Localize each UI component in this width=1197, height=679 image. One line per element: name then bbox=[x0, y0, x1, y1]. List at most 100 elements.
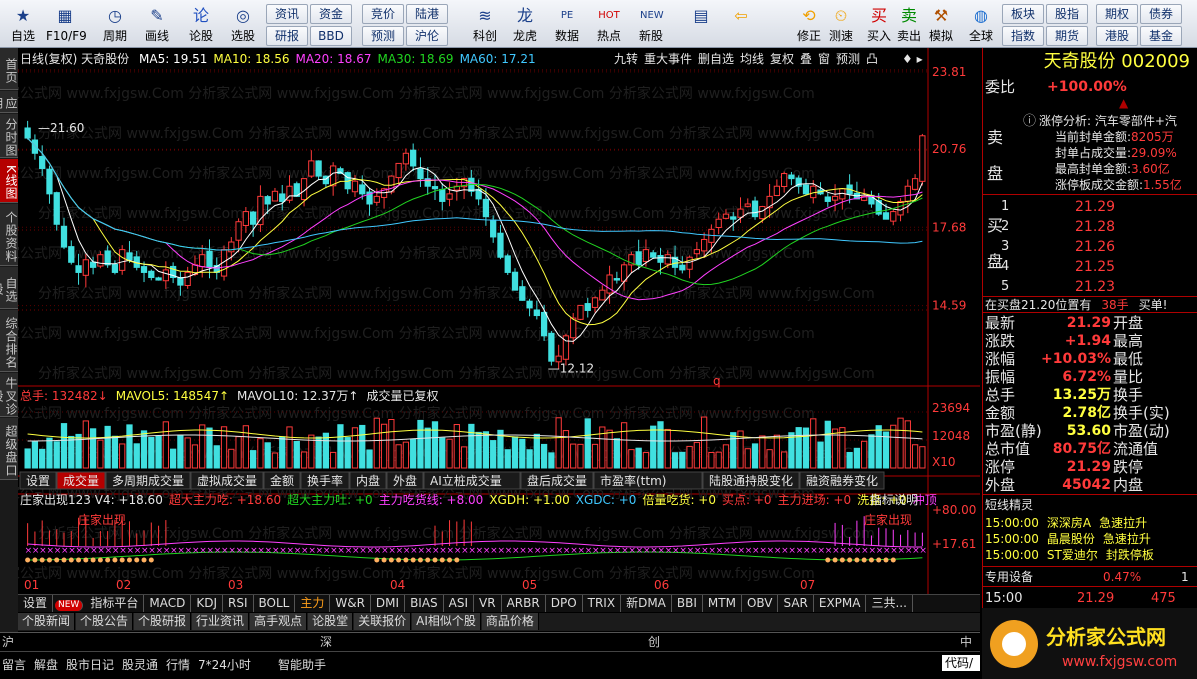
subtab-4[interactable]: 金额 bbox=[263, 471, 301, 490]
chart-btn-5[interactable]: 叠 bbox=[800, 52, 812, 66]
indicator-tab-3[interactable]: MACD bbox=[144, 595, 192, 612]
toolbar-forum[interactable]: 论论股 bbox=[182, 3, 220, 47]
toolbar-speed-test[interactable]: ⏲ 测速 bbox=[822, 3, 860, 47]
indicator-tab-19[interactable]: OBV bbox=[742, 595, 779, 612]
subtab-9[interactable]: 盘后成交量 bbox=[520, 471, 594, 490]
left-tab-1[interactable]: 应用 bbox=[0, 91, 18, 113]
code-search-box[interactable]: 代码/名 bbox=[942, 655, 980, 679]
toolbar-btn-grid4-0[interactable]: 期权 bbox=[1096, 4, 1138, 24]
indicator-tab-20[interactable]: SAR bbox=[778, 595, 814, 612]
status-link-0[interactable]: 留言 bbox=[2, 652, 26, 679]
toolbar-btn-grid2-1[interactable]: 陆港 bbox=[406, 4, 448, 24]
toolbar-btn-grid1-3[interactable]: BBD bbox=[310, 26, 352, 46]
subtab-10[interactable]: 市盈率(ttm) bbox=[593, 471, 703, 490]
toolbar-btn-grid4-2[interactable]: 港股 bbox=[1096, 26, 1138, 46]
chart-btn-8[interactable]: 凸 bbox=[866, 52, 878, 66]
info-tab-2[interactable]: 个股研报 bbox=[134, 613, 192, 630]
chart-btn-4[interactable]: 复权 bbox=[770, 52, 794, 66]
chart-btn-0[interactable]: 九转 bbox=[614, 51, 638, 66]
toolbar-btn-grid1-2[interactable]: 研报 bbox=[266, 26, 308, 46]
indicator-tab-13[interactable]: ARBR bbox=[502, 595, 546, 612]
left-tab-6[interactable]: 综合排名 bbox=[0, 310, 18, 372]
indicator-tab-6[interactable]: BOLL bbox=[254, 595, 296, 612]
toolbar-star[interactable]: ★ 自选 bbox=[4, 3, 42, 47]
indicator-tab-17[interactable]: BBI bbox=[672, 595, 703, 612]
subtab-2[interactable]: 多周期成交量 bbox=[105, 471, 191, 490]
toolbar-btn-grid2-2[interactable]: 预测 bbox=[362, 26, 404, 46]
subtab-7[interactable]: 外盘 bbox=[386, 471, 424, 490]
toolbar-new-stock[interactable]: NEW 新股 bbox=[632, 3, 670, 47]
info-tab-0[interactable]: 个股新闻 bbox=[18, 613, 76, 630]
grid-button[interactable]: ▤ bbox=[682, 3, 720, 47]
subtab-5[interactable]: 换手率 bbox=[300, 471, 350, 490]
toolbar-pencil[interactable]: ✎ 画线 bbox=[138, 3, 176, 47]
toolbar-dragon-tiger[interactable]: 龙龙虎 bbox=[506, 3, 544, 47]
indicator-tab-14[interactable]: DPO bbox=[546, 595, 583, 612]
subtab-1[interactable]: 成交量 bbox=[56, 471, 106, 490]
toolbar-btn-grid3-3[interactable]: 期货 bbox=[1046, 26, 1088, 46]
indicator-tab-10[interactable]: BIAS bbox=[405, 595, 444, 612]
left-tab-8[interactable]: 超级盘口 bbox=[0, 418, 18, 480]
info-tab-7[interactable]: AI相似个股 bbox=[412, 613, 481, 630]
indicator-tab-16[interactable]: 新DMA bbox=[621, 595, 672, 612]
indicator-tab-12[interactable]: VR bbox=[474, 595, 502, 612]
status-link-2[interactable]: 股市日记 bbox=[66, 652, 114, 679]
toolbar-btn-grid1-1[interactable]: 资金 bbox=[310, 4, 352, 24]
status-link-5[interactable]: 7*24小时 bbox=[198, 652, 251, 679]
status-link-1[interactable]: 解盘 bbox=[34, 652, 58, 679]
kline-chart[interactable]: 分析家公式网 www.fxjgsw.Com 分析家公式网 www.fxjgsw.… bbox=[18, 48, 980, 594]
chart-btn-6[interactable]: 窗 bbox=[818, 52, 830, 66]
indicator-tab-8[interactable]: W&R bbox=[330, 595, 371, 612]
left-tab-5[interactable]: 自选股 bbox=[0, 267, 18, 309]
indicator-tab-0[interactable]: 设置 bbox=[18, 595, 54, 612]
status-link-3[interactable]: 股灵通 bbox=[122, 652, 158, 679]
subtab-3[interactable]: 虚拟成交量 bbox=[190, 471, 264, 490]
toolbar-hot[interactable]: HOT 热点 bbox=[590, 3, 628, 47]
info-tab-1[interactable]: 个股公告 bbox=[76, 613, 134, 630]
toolbar-table[interactable]: ▦ F10/F9 bbox=[46, 3, 87, 47]
toolbar-btn-grid3-0[interactable]: 板块 bbox=[1002, 4, 1044, 24]
toolbar-science-board[interactable]: ≋ 科创 bbox=[466, 3, 504, 47]
toolbar-btn-grid2-0[interactable]: 竞价 bbox=[362, 4, 404, 24]
toolbar-pe-data[interactable]: PE 数据 bbox=[548, 3, 586, 47]
chart-btn-3[interactable]: 均线 bbox=[740, 52, 764, 66]
toolbar-globe[interactable]: ◍ 全球 bbox=[962, 3, 1000, 47]
subtab-8[interactable]: AI立桩成交量 bbox=[423, 471, 521, 490]
indicator-tab-18[interactable]: MTM bbox=[703, 595, 742, 612]
toolbar-stock-picker[interactable]: ◎ 选股 bbox=[224, 3, 262, 47]
left-tab-4[interactable]: 个股资料 bbox=[0, 204, 18, 266]
toolbar-btn-grid4-3[interactable]: 基金 bbox=[1140, 26, 1182, 46]
indicator-tab-22[interactable]: 三共... bbox=[866, 595, 913, 612]
subtab-0[interactable]: 设置 bbox=[19, 471, 57, 490]
left-tab-0[interactable]: 首页 bbox=[0, 48, 18, 90]
left-tab-3[interactable]: K线图 bbox=[0, 159, 18, 203]
left-tab-7[interactable]: 牛叉诊股 bbox=[0, 373, 18, 417]
chart-btn-1[interactable]: 重大事件 bbox=[644, 52, 692, 66]
toolbar-hammer[interactable]: ⚒ 模拟 bbox=[922, 3, 960, 47]
info-tab-8[interactable]: 商品价格 bbox=[481, 613, 539, 630]
indicator-tab-11[interactable]: ASI bbox=[444, 595, 475, 612]
chart-btn-2[interactable]: 删自选 bbox=[698, 52, 734, 66]
chart-area[interactable]: 分析家公式网 www.fxjgsw.Com 分析家公式网 www.fxjgsw.… bbox=[18, 48, 980, 594]
toolbar-btn-grid1-0[interactable]: 资讯 bbox=[266, 4, 308, 24]
status-link-6[interactable]: 智能助手 bbox=[278, 652, 326, 679]
toolbar-btn-grid3-2[interactable]: 指数 bbox=[1002, 26, 1044, 46]
back-arrow-button[interactable]: ⇦ bbox=[722, 3, 760, 47]
toolbar-btn-grid3-1[interactable]: 股指 bbox=[1046, 4, 1088, 24]
toolbar-clock[interactable]: ◷ 周期 bbox=[96, 3, 134, 47]
status-link-4[interactable]: 行情 bbox=[166, 652, 190, 679]
info-tab-6[interactable]: 关联报价 bbox=[354, 613, 412, 630]
indicator-tab-1[interactable]: NEW bbox=[55, 600, 84, 611]
indicator-tab-21[interactable]: EXPMA bbox=[814, 595, 867, 612]
toolbar-btn-grid2-3[interactable]: 沪伦 bbox=[406, 26, 448, 46]
subtab-12[interactable]: 融资融券变化 bbox=[799, 471, 885, 490]
chart-btn-7[interactable]: 预测 bbox=[836, 52, 860, 66]
indicator-tab-15[interactable]: TRIX bbox=[583, 595, 622, 612]
indicator-tab-9[interactable]: DMI bbox=[371, 595, 406, 612]
indicator-tab-2[interactable]: 指标平台 bbox=[85, 595, 145, 612]
info-tab-3[interactable]: 行业资讯 bbox=[192, 613, 250, 630]
info-tab-4[interactable]: 高手观点 bbox=[250, 613, 308, 630]
subtab-6[interactable]: 内盘 bbox=[349, 471, 387, 490]
subtab-11[interactable]: 陆股通持股变化 bbox=[702, 471, 800, 490]
info-tab-5[interactable]: 论股堂 bbox=[308, 613, 354, 630]
